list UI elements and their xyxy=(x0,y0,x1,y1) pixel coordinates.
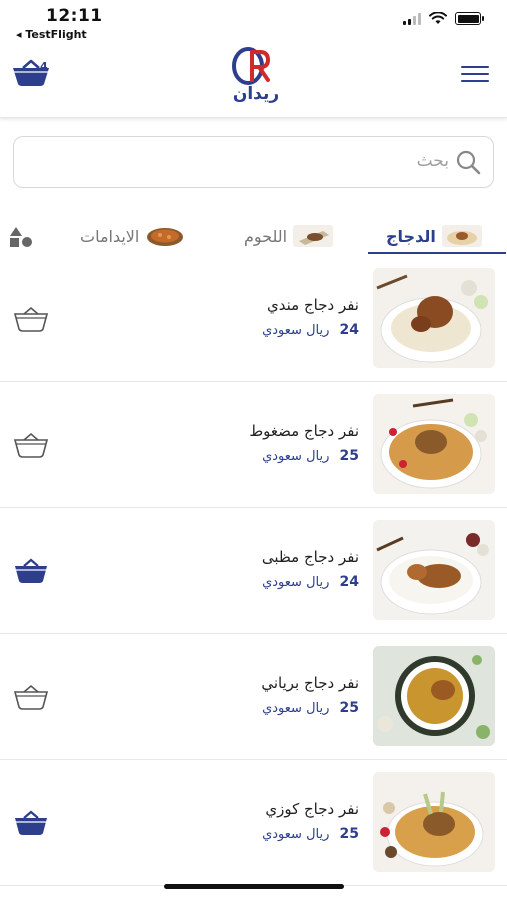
search-icon xyxy=(456,150,481,175)
price-currency: ريال سعودي xyxy=(262,701,330,716)
basket-filled-icon[interactable] xyxy=(12,808,50,838)
price-currency: ريال سعودي xyxy=(262,449,330,464)
status-time: 12:11 xyxy=(46,6,103,26)
basket-outline-icon[interactable] xyxy=(12,682,50,712)
price-currency: ريال سعودي xyxy=(262,323,330,338)
wifi-icon xyxy=(429,12,447,24)
search-input[interactable]: بحث xyxy=(13,136,494,188)
product-image xyxy=(373,268,495,368)
tab-stews[interactable]: الايدامات xyxy=(80,218,185,254)
product-row[interactable]: نفر دجاج كوزي 25 ريال سعودي xyxy=(0,760,507,886)
product-name: نفر دجاج كوزي xyxy=(265,800,359,818)
back-to-testflight-link[interactable]: ◂ TestFlight xyxy=(16,28,87,41)
hamburger-menu-icon[interactable] xyxy=(461,66,489,84)
price-currency: ريال سعودي xyxy=(262,827,330,842)
app-header: 4 ريدان xyxy=(0,46,507,118)
price-value: 25 xyxy=(339,448,359,464)
product-list: نفر دجاج مندي 24 ريال سعودي نفر دجاج مضغ… xyxy=(0,256,507,886)
product-row[interactable]: نفر دجاج برياني 25 ريال سعودي xyxy=(0,634,507,760)
product-row[interactable]: نفر دجاج مضغوط 25 ريال سعودي xyxy=(0,382,507,508)
basket-filled-icon[interactable] xyxy=(12,556,50,586)
product-price: 25 ريال سعودي xyxy=(262,826,359,842)
product-row[interactable]: نفر دجاج مظبى 24 ريال سعودي xyxy=(0,508,507,634)
status-bar: 12:11 ◂ TestFlight xyxy=(0,0,507,46)
tab-meat[interactable]: اللحوم xyxy=(244,218,334,254)
home-indicator xyxy=(164,884,344,889)
tab-chicken[interactable]: الدجاج xyxy=(386,218,482,254)
status-indicators xyxy=(403,12,484,25)
product-image xyxy=(373,646,495,746)
chicken-dish-thumbnail xyxy=(441,225,482,247)
price-currency: ريال سعودي xyxy=(262,575,330,590)
product-image xyxy=(373,520,495,620)
price-value: 25 xyxy=(339,826,359,842)
product-price: 25 ريال سعودي xyxy=(262,700,359,716)
tab-label: الدجاج xyxy=(386,226,436,246)
price-value: 25 xyxy=(339,700,359,716)
battery-icon xyxy=(455,12,484,25)
product-price: 25 ريال سعودي xyxy=(262,448,359,464)
meat-dish-thumbnail xyxy=(293,225,334,247)
search-placeholder: بحث xyxy=(416,151,449,171)
product-name: نفر دجاج مظبى xyxy=(261,548,359,566)
more-categories-shapes-icon[interactable] xyxy=(8,226,34,248)
product-image xyxy=(373,394,495,494)
price-value: 24 xyxy=(339,322,359,338)
product-image xyxy=(373,772,495,872)
product-name: نفر دجاج مضغوط xyxy=(249,422,359,440)
basket-outline-icon[interactable] xyxy=(12,430,50,460)
active-tab-indicator xyxy=(368,252,506,254)
basket-outline-icon[interactable] xyxy=(12,304,50,334)
tab-label: الايدامات xyxy=(80,226,140,246)
stew-dish-thumbnail xyxy=(147,228,184,246)
tab-label: اللحوم xyxy=(244,226,288,246)
price-value: 24 xyxy=(339,574,359,590)
product-price: 24 ريال سعودي xyxy=(262,322,359,338)
product-row[interactable]: نفر دجاج مندي 24 ريال سعودي xyxy=(0,256,507,382)
brand-name: ريدان xyxy=(232,84,280,104)
cart-count-badge: 4 xyxy=(40,60,48,73)
product-price: 24 ريال سعودي xyxy=(262,574,359,590)
product-name: نفر دجاج مندي xyxy=(267,296,359,314)
cellular-signal-icon xyxy=(403,12,421,25)
product-name: نفر دجاج برياني xyxy=(261,674,359,692)
